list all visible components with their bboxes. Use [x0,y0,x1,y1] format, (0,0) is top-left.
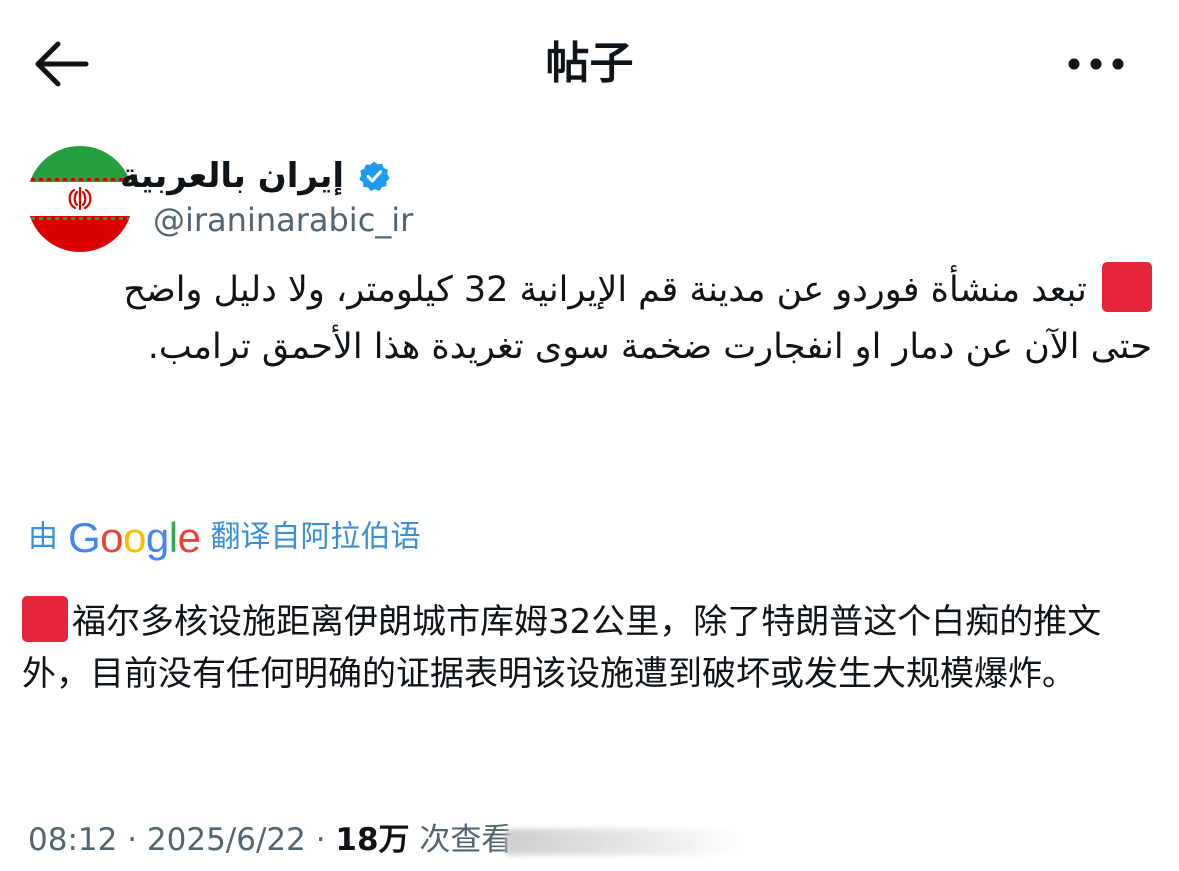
translation-source-label: 翻译自阿拉伯语 [210,519,421,555]
author-display-name: إيران بالعربية [120,156,344,196]
iran-flag-icon [27,146,133,252]
post-text-translated: 福尔多核设施距离伊朗城市库姆32公里，除了特朗普这个白痴的推文外，目前没有任何明… [22,596,1132,700]
meta-separator: · [305,822,336,858]
page-title: 帖子 [545,38,634,89]
more-horizontal-icon [1068,58,1124,70]
author-avatar[interactable] [27,146,133,252]
views-count[interactable]: 18万 [335,822,409,858]
post-translated-content: 福尔多核设施距离伊朗城市库姆32公里，除了特朗普这个白痴的推文外，目前没有任何明… [22,602,1102,694]
verified-badge-icon [359,161,390,191]
watermark-blur [506,828,747,855]
author-name-row[interactable]: إيران بالعربية [120,150,410,200]
top-bar: 帖子 [0,0,1179,130]
meta-separator: · [117,822,147,858]
post-time: 08:12 [28,822,118,858]
translation-prefix: 由 [28,519,58,555]
red-square-icon [1102,262,1152,312]
more-options-button[interactable] [1060,44,1132,84]
translation-attribution[interactable]: 由 Google 翻译自阿拉伯语 [28,512,420,562]
google-logo: Google [68,513,201,561]
views-label: 次查看 [409,822,513,858]
post-meta: 08:12 · 2025/6/22 · 18万 次查看 [28,815,747,865]
red-square-icon [22,596,68,642]
post-original-content: تبعد منشأة فوردو عن مدينة قم الإيرانية 3… [123,270,1152,367]
author-handle[interactable]: @iraninarabic_ir [153,198,413,242]
post-text-original: تبعد منشأة فوردو عن مدينة قم الإيرانية 3… [60,262,1152,376]
post-date: 2025/6/22 [146,822,306,858]
